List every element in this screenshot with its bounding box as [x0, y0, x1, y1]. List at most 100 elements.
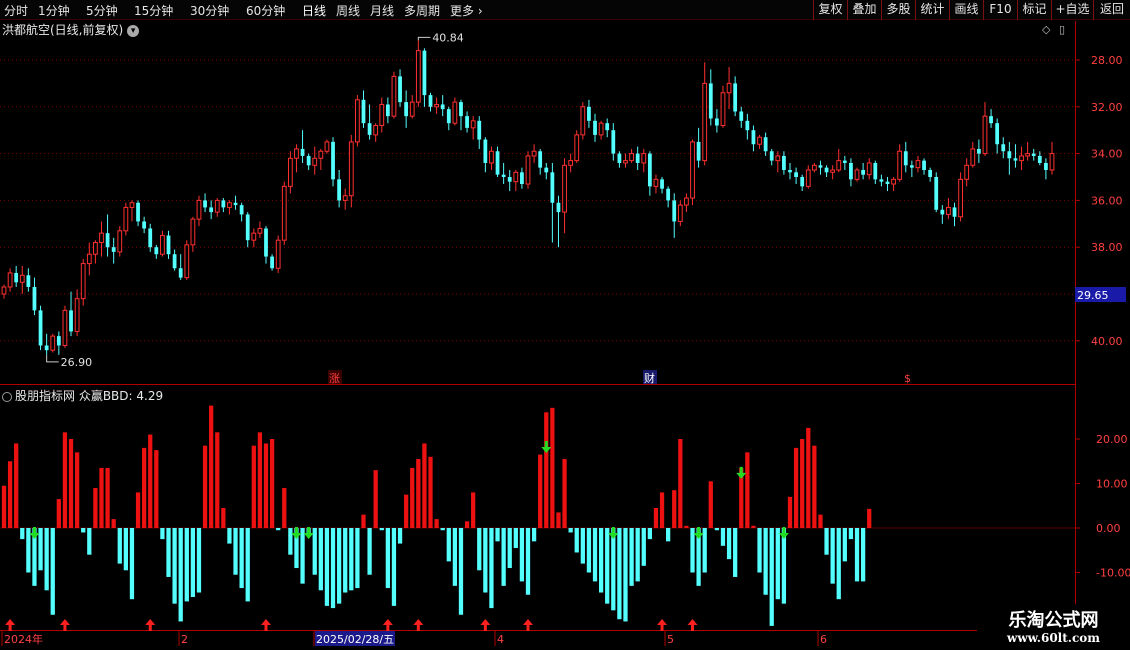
indicator-bar-negative — [190, 528, 196, 597]
indicator-bar-positive — [659, 492, 665, 528]
candle-body-up — [574, 134, 580, 162]
indicator-bar-negative — [623, 528, 628, 622]
indicator-bar-positive — [556, 512, 561, 528]
chevron-down-icon[interactable]: ▾ — [127, 24, 140, 37]
candle-body-down — [800, 177, 805, 187]
indicator-bar-positive — [56, 499, 61, 528]
diamond-icon[interactable]: ◇ — [1042, 23, 1050, 36]
indicator-bar-positive — [202, 445, 208, 528]
candle-body-down — [745, 120, 750, 131]
candle-body-up — [915, 160, 921, 169]
candle-body-down — [556, 202, 561, 213]
candle-body-down — [842, 160, 847, 163]
candle-body-down — [873, 162, 878, 180]
candle-body-up — [1, 286, 7, 295]
candle-body-up — [342, 195, 348, 201]
indicator-bar-negative — [300, 528, 305, 584]
indicator-bar-positive — [142, 447, 147, 528]
indicator-bar-positive — [806, 427, 811, 528]
candle-body-up — [312, 157, 318, 166]
buy-arrow-icon — [261, 619, 271, 631]
indicator-bar-positive — [544, 412, 549, 528]
candle-body-up — [348, 141, 354, 197]
indicator-bar-negative — [586, 528, 592, 573]
indicator-bar-positive — [404, 494, 409, 528]
indicator-bar-positive — [867, 508, 872, 528]
candle-body-up — [287, 157, 293, 187]
candle-body-down — [903, 151, 908, 166]
window-toggle-icon[interactable]: ▯ — [1059, 23, 1065, 36]
high-label-leader — [417, 36, 431, 41]
indicator-bar-positive — [1, 485, 7, 528]
candle-body-up — [897, 150, 903, 180]
indicator-bar-negative — [635, 528, 640, 582]
candle-body-down — [331, 141, 335, 180]
indicator-bar-negative — [318, 528, 323, 591]
indicator-bar-negative — [574, 528, 579, 553]
indicator-bar-positive — [428, 456, 433, 528]
sell-arrow-icon — [608, 527, 619, 539]
indicator-bar-negative — [531, 528, 537, 542]
watermark-logo: 乐淘公式网 www.60lt.com — [977, 604, 1130, 650]
candle-body-down — [672, 200, 677, 222]
indicator-bar-negative — [733, 528, 738, 577]
candle-body-up — [409, 101, 415, 117]
indicator-bar-negative — [854, 528, 860, 582]
candle-body-down — [538, 151, 543, 168]
indicator-bar-negative — [385, 528, 390, 589]
candle-body-up — [623, 160, 628, 164]
candle-body-down — [928, 169, 933, 177]
date-label: 6 — [820, 633, 827, 646]
indicator-tick-label: -10.00 — [1096, 567, 1130, 580]
high-price-label: 40.84 — [432, 31, 464, 44]
candle-body-down — [635, 153, 640, 163]
candle-body-down — [1013, 158, 1018, 161]
indicator-bar-negative — [483, 528, 488, 593]
candle-body-down — [26, 275, 31, 287]
candle-body-down — [178, 268, 183, 278]
indicator-bar-negative — [336, 528, 342, 604]
indicator-bar-positive — [708, 481, 713, 528]
candle-body-up — [598, 122, 604, 136]
indicator-bar-negative — [81, 528, 86, 533]
candle-body-down — [337, 179, 342, 201]
candle-body-up — [531, 150, 537, 157]
candle-body-down — [440, 104, 445, 110]
indicator-bar-positive — [105, 467, 110, 528]
candle-body-down — [264, 228, 268, 257]
candle-layer — [1, 40, 1055, 355]
candle-body-up — [702, 82, 708, 162]
indicator-bar-negative — [239, 528, 244, 589]
candle-body-up — [318, 150, 324, 159]
candle-body-up — [184, 244, 190, 279]
indicator-bar-positive — [678, 439, 683, 528]
candle-body-up — [720, 92, 726, 127]
candle-body-down — [446, 109, 451, 124]
indicator-settings-icon[interactable] — [2, 391, 12, 402]
indicator-bar-negative — [324, 528, 330, 606]
buy-arrow-icon — [523, 619, 533, 631]
buy-arrow-icon — [657, 619, 668, 631]
indicator-bar-positive — [422, 443, 427, 528]
candle-body-up — [50, 335, 56, 351]
candle-body-up — [684, 197, 689, 206]
indicator-bar-positive — [62, 432, 68, 528]
chart-canvas[interactable]: 40.0038.0036.0034.0032.0028.0029.6540.84… — [0, 0, 1130, 650]
indicator-bar-positive — [93, 487, 98, 528]
candle-body-up — [275, 239, 281, 269]
indicator-bar-positive — [434, 519, 439, 528]
indicator-bar-negative — [38, 528, 43, 571]
candle-body-up — [294, 148, 299, 159]
axis-layer: 40.0038.0036.0034.0032.0028.0029.6540.84… — [1, 31, 1130, 646]
indicator-bar-negative — [690, 528, 695, 573]
indicator-bar-negative — [233, 528, 238, 575]
buy-arrow-icon — [382, 619, 393, 631]
candle-body-up — [62, 309, 68, 346]
indicator-bar-negative — [775, 528, 780, 600]
current-price-tag: 29.65 — [1077, 289, 1109, 302]
candle-body-down — [44, 345, 49, 351]
indicator-bar-negative — [519, 528, 525, 582]
indicator-bar-negative — [379, 528, 384, 531]
indicator-bar-negative — [507, 528, 512, 569]
indicator-bar-negative — [184, 528, 189, 602]
